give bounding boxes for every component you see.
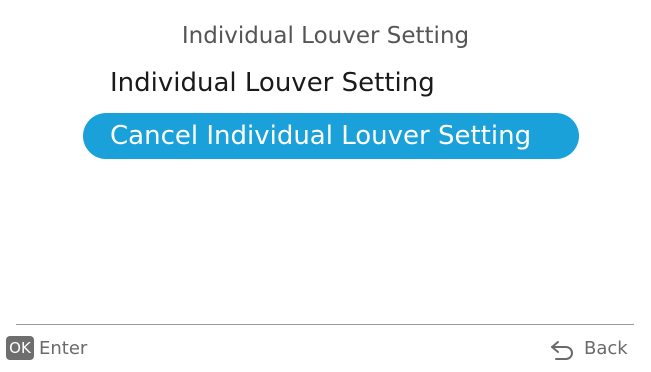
menu-list: Individual Louver Setting Cancel Individ… bbox=[0, 0, 651, 300]
back-label[interactable]: Back bbox=[584, 336, 628, 362]
menu-item-cancel-individual-louver-setting[interactable]: Cancel Individual Louver Setting bbox=[83, 113, 579, 159]
footer-divider bbox=[16, 324, 634, 325]
ok-button-badge[interactable]: OK bbox=[6, 336, 34, 360]
footer-bar: OK Enter Back bbox=[0, 336, 651, 362]
enter-label: Enter bbox=[39, 338, 88, 359]
menu-item-individual-louver-setting[interactable]: Individual Louver Setting bbox=[83, 60, 503, 106]
louver-setting-screen: Individual Louver Setting Individual Lou… bbox=[0, 0, 651, 372]
back-arrow-icon[interactable] bbox=[548, 338, 576, 360]
